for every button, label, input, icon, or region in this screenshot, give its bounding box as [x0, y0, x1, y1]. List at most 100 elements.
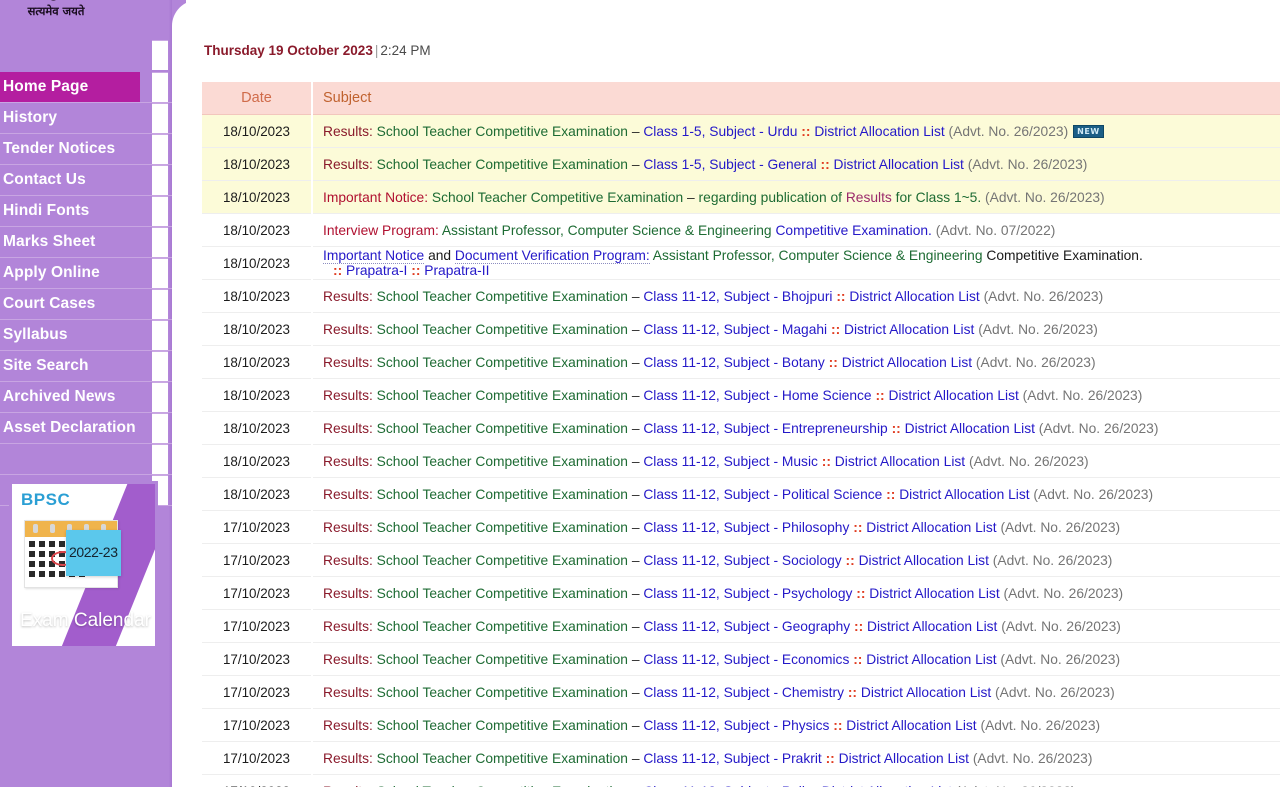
- notice-link[interactable]: District Allocation List: [865, 586, 1003, 601]
- notice-text: –: [631, 717, 640, 733]
- notice-link[interactable]: Class 11-12, Subject - Pali: [640, 784, 809, 787]
- notice-link[interactable]: Class 11-12, Subject - Economics: [640, 652, 854, 667]
- menu-slot: [152, 196, 168, 226]
- notice-link[interactable]: Class 11-12, Subject - Psychology: [640, 586, 857, 601]
- notice-link[interactable]: District Allocation List: [846, 289, 984, 304]
- notice-link[interactable]: District Allocation List: [862, 520, 1000, 535]
- calendar-day-dot: [49, 541, 55, 547]
- sidebar-item-court-cases[interactable]: Court Cases: [0, 289, 140, 319]
- menu-slot: [152, 444, 168, 474]
- notice-subject-line: Results: School Teacher Competitive Exam…: [323, 751, 1280, 766]
- notice-link[interactable]: District Allocation List: [895, 487, 1033, 502]
- notice-link[interactable]: Class 11-12, Subject - Philosophy: [640, 520, 854, 535]
- notice-link[interactable]: Important Notice: [323, 248, 425, 264]
- notice-text: (Advt. No. 26/2023): [972, 750, 1093, 766]
- notice-link[interactable]: District Allocation List: [863, 619, 1001, 634]
- notice-link[interactable]: Class 11-12, Subject - Sociology: [640, 553, 846, 568]
- column-header-date: Date: [202, 82, 313, 115]
- notice-link[interactable]: Prapatra-II: [420, 263, 489, 278]
- notice-subject: Results: School Teacher Competitive Exam…: [312, 708, 1280, 742]
- sidebar-item-history[interactable]: History: [0, 103, 140, 133]
- notice-text: (Advt. No. 26/2023): [956, 784, 1076, 787]
- notice-link[interactable]: District Allocation List: [838, 355, 976, 370]
- notice-text: Assistant Professor, Computer Science & …: [649, 248, 987, 263]
- notice-link[interactable]: Class 1-5, Subject - General: [640, 157, 821, 172]
- notice-text: (Advt. No. 26/2023): [1000, 651, 1121, 667]
- emblem-icon: ॐ: [6, 0, 106, 5]
- notice-link[interactable]: Class 11-12, Subject - Magahi: [640, 322, 831, 337]
- notice-link[interactable]: Class 11-12, Subject - Prakrit: [640, 751, 826, 766]
- notice-text: Results:: [323, 651, 373, 667]
- table-row: 18/10/2023 Important Notice and Document …: [202, 246, 1280, 280]
- notice-link[interactable]: Class 11-12, Subject - Entrepreneurship: [640, 421, 892, 436]
- sidebar-item-marks-sheet[interactable]: Marks Sheet: [0, 227, 140, 257]
- notice-text: School Teacher Competitive Examination: [372, 486, 632, 502]
- notice-text: –: [631, 486, 640, 502]
- notice-link[interactable]: District Allocation List: [855, 553, 993, 568]
- notice-subject: Important Notice: School Teacher Competi…: [312, 180, 1280, 214]
- notice-link[interactable]: Class 11-12, Subject - Music: [640, 454, 822, 469]
- notice-link[interactable]: Class 11-12, Subject - Physics: [640, 718, 834, 733]
- notice-subject: Interview Program: Assistant Professor, …: [312, 213, 1280, 247]
- sidebar-item-contact-us[interactable]: Contact Us: [0, 165, 140, 195]
- notice-text: Results:: [323, 420, 373, 436]
- notice-subject-line: Results: School Teacher Competitive Exam…: [323, 487, 1280, 502]
- notice-link[interactable]: District Allocation List: [811, 124, 949, 139]
- table-row: 18/10/2023 Results: School Teacher Compet…: [202, 411, 1280, 445]
- sidebar-item-syllabus[interactable]: Syllabus: [0, 320, 140, 350]
- notice-text: –: [631, 321, 640, 337]
- current-datetime: Thursday 19 October 2023 | 2:24 PM: [204, 43, 431, 58]
- notice-text: Results:: [323, 123, 373, 139]
- notice-text: ::: [809, 784, 818, 787]
- notice-link[interactable]: Document Verification Program:: [454, 248, 650, 264]
- notice-link[interactable]: Class 11-12, Subject - Geography: [640, 619, 854, 634]
- notice-link[interactable]: District Allocation List: [830, 157, 968, 172]
- notice-link[interactable]: District Allocation List: [842, 718, 980, 733]
- notice-text: (Advt. No. 26/2023): [1000, 519, 1121, 535]
- notice-link[interactable]: Competitive Examination.: [775, 223, 931, 238]
- notice-text: (Advt. No. 26/2023): [1022, 387, 1143, 403]
- sidebar-item-home-page[interactable]: Home Page: [0, 72, 140, 102]
- notice-text: Important Notice:: [323, 189, 429, 205]
- notice-link[interactable]: Class 11-12, Subject - Botany: [640, 355, 829, 370]
- sidebar-item-asset-declaration[interactable]: Asset Declaration: [0, 413, 140, 443]
- notice-link[interactable]: District Allocation List: [818, 784, 956, 787]
- notice-link[interactable]: District Allocation List: [835, 751, 973, 766]
- notice-link[interactable]: District Allocation List: [901, 421, 1039, 436]
- notice-link[interactable]: District Allocation List: [840, 322, 978, 337]
- table-row: 18/10/2023 Results: School Teacher Compet…: [202, 477, 1280, 511]
- calendar-day-dot: [39, 551, 45, 557]
- sidebar-row: Home Page: [0, 72, 172, 103]
- notice-text: Results:: [323, 354, 373, 370]
- notice-subject: Results: School Teacher Competitive Exam…: [312, 576, 1280, 610]
- notice-link[interactable]: District Allocation List: [885, 388, 1023, 403]
- notice-date: 18/10/2023: [202, 114, 313, 148]
- sidebar-item-hindi-fonts[interactable]: Hindi Fonts: [0, 196, 140, 226]
- sidebar-item-apply-online[interactable]: Apply Online: [0, 258, 140, 288]
- notice-link[interactable]: Class 11-12, Subject - Home Science: [640, 388, 876, 403]
- notice-text: –: [631, 651, 640, 667]
- notice-link[interactable]: Class 11-12, Subject - Political Science: [640, 487, 887, 502]
- notice-subject-line: Results: School Teacher Competitive Exam…: [323, 388, 1280, 403]
- notice-link[interactable]: District Allocation List: [857, 685, 995, 700]
- notice-subject-line: Results: School Teacher Competitive Exam…: [323, 520, 1280, 535]
- main-content: Thursday 19 October 2023 | 2:24 PM Date Su…: [186, 0, 1280, 787]
- notice-text: Results: [845, 189, 892, 205]
- notice-subject-line: Important Notice: School Teacher Competi…: [323, 190, 1280, 205]
- notice-link[interactable]: District Allocation List: [831, 454, 969, 469]
- notice-text: School Teacher Competitive Examination: [372, 354, 632, 370]
- exam-calendar-widget[interactable]: BPSC 2022-23 Exam Calendar: [9, 481, 158, 649]
- sidebar-item-archived-news[interactable]: Archived News: [0, 382, 140, 412]
- notice-text: Results:: [323, 618, 373, 634]
- menu-slot: [152, 382, 168, 412]
- notice-link[interactable]: Class 11-12, Subject - Chemistry: [640, 685, 848, 700]
- notice-link[interactable]: Class 1-5, Subject - Urdu: [640, 124, 802, 139]
- notice-text: Competitive Examination.: [986, 248, 1143, 263]
- notice-link[interactable]: Class 11-12, Subject - Bhojpuri: [640, 289, 837, 304]
- notice-link[interactable]: District Allocation List: [862, 652, 1000, 667]
- table-row: 18/10/2023 Results: School Teacher Compet…: [202, 312, 1280, 346]
- notice-link[interactable]: Prapatra-I: [342, 263, 411, 278]
- sidebar-item-site-search[interactable]: Site Search: [0, 351, 140, 381]
- notice-subject: Results: School Teacher Competitive Exam…: [312, 675, 1280, 709]
- sidebar-item-tender-notices[interactable]: Tender Notices: [0, 134, 140, 164]
